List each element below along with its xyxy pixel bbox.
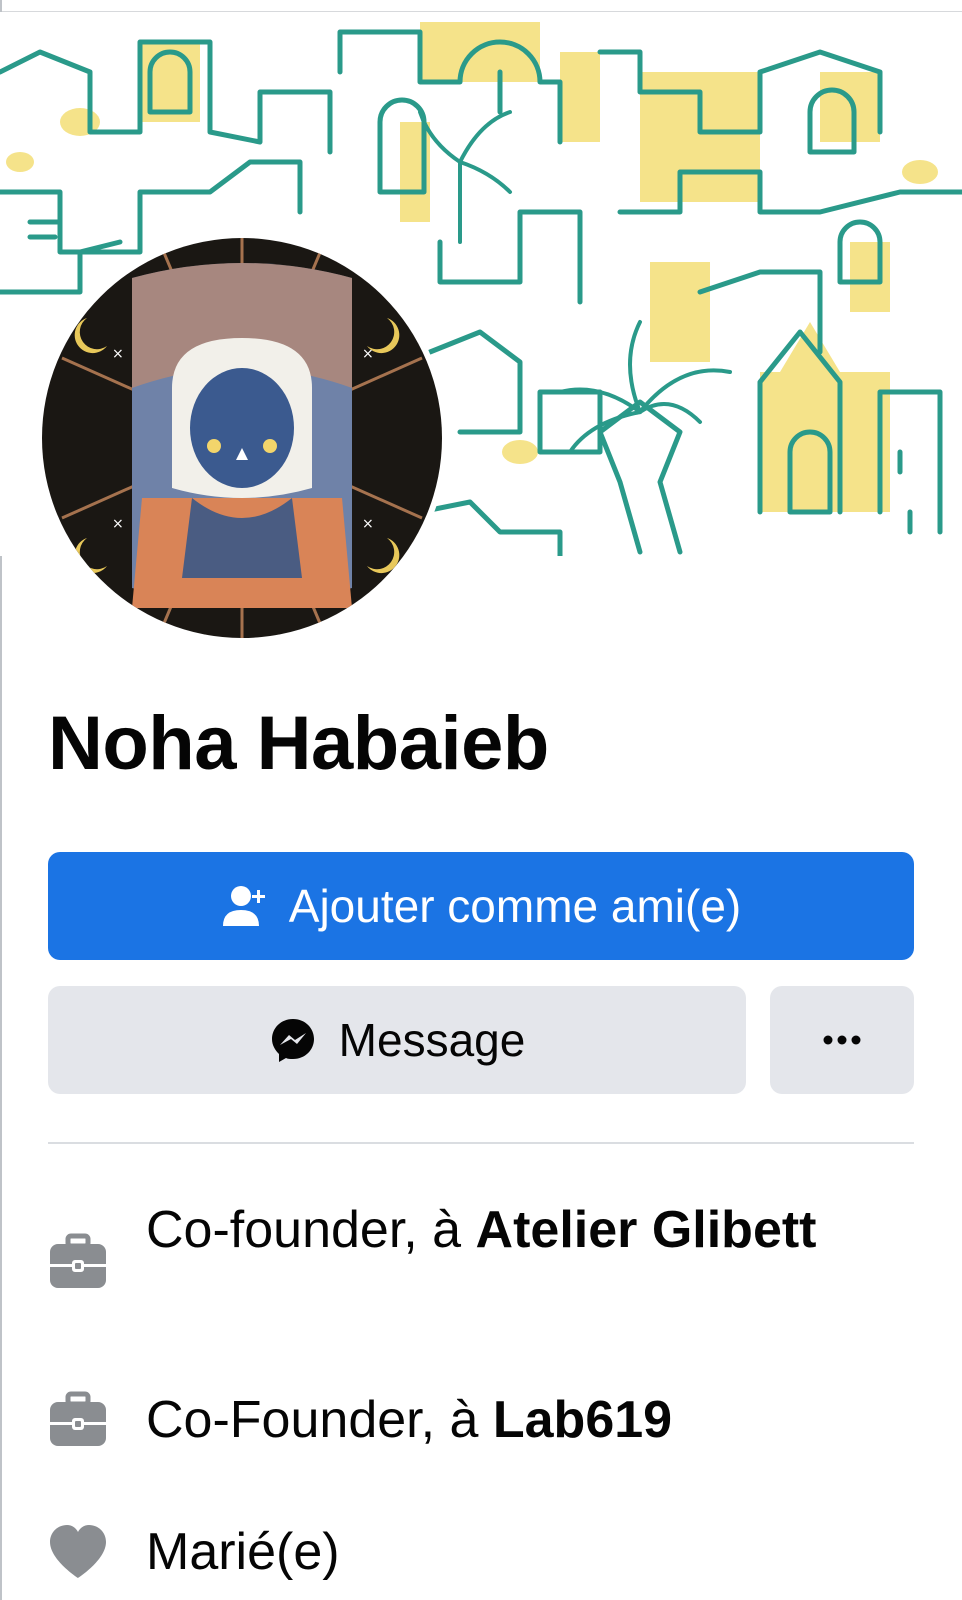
intro-workplace-1[interactable]: Atelier Glibett [476,1201,817,1259]
intro-item-work-2[interactable]: Co-Founder, à Lab619 [48,1386,914,1454]
intro-prefix-3: Marié(e) [146,1523,340,1581]
intro-item-work-1[interactable]: Co-founder, à Atelier Glibett [48,1196,914,1292]
more-icon [823,1035,861,1045]
more-options-button[interactable] [770,986,914,1094]
intro-text-3: Marié(e) [146,1518,340,1586]
intro-prefix-1: Co-founder, à [146,1201,476,1259]
heart-icon [50,1525,106,1578]
briefcase-icon [50,1233,106,1288]
message-label: Message [338,1014,526,1066]
intro-prefix-2: Co-Founder, à [146,1391,493,1449]
profile-picture[interactable]: × × × × [36,232,448,644]
messenger-icon [271,1019,314,1062]
avatar-illustration: × × × × [42,238,442,638]
message-button[interactable]: Message [48,986,746,1094]
intro-text-1: Co-founder, à Atelier Glibett [146,1196,817,1264]
svg-text:×: × [362,516,374,532]
add-friend-button[interactable]: Ajouter comme ami(e) [48,852,914,960]
avatar: × × × × [42,238,442,638]
svg-text:×: × [112,516,124,532]
briefcase-icon [50,1391,106,1446]
profile-name: Noha Habaieb [48,701,549,786]
section-divider [48,1142,914,1144]
intro-item-relationship[interactable]: Marié(e) [48,1518,914,1586]
add-friend-icon [222,886,265,926]
svg-text:×: × [362,346,374,362]
svg-text:×: × [112,346,124,362]
add-friend-label: Ajouter comme ami(e) [288,880,742,932]
intro-text-2: Co-Founder, à Lab619 [146,1386,672,1454]
intro-workplace-2[interactable]: Lab619 [493,1391,672,1449]
